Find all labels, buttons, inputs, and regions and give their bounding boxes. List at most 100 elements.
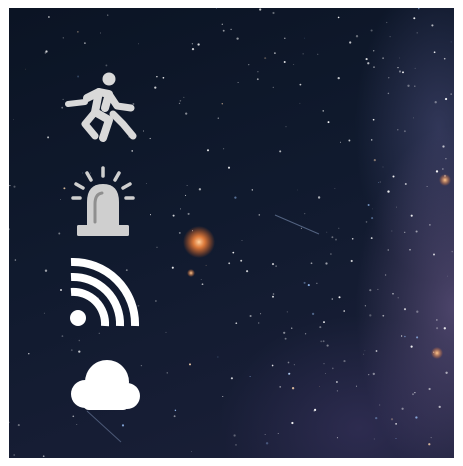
star xyxy=(436,327,439,330)
star xyxy=(235,444,237,446)
star xyxy=(291,421,294,425)
star xyxy=(121,424,125,427)
star xyxy=(397,297,399,299)
star xyxy=(311,312,315,316)
orange-star-small xyxy=(431,347,443,359)
starfield-background xyxy=(9,8,454,458)
star xyxy=(221,23,223,25)
star xyxy=(392,175,395,178)
star xyxy=(230,377,233,380)
star xyxy=(316,282,318,284)
star xyxy=(287,361,290,364)
star xyxy=(351,238,354,240)
alarm-siren-glyph xyxy=(71,166,135,236)
star xyxy=(217,356,219,358)
star xyxy=(215,8,217,9)
star xyxy=(387,92,390,95)
star xyxy=(149,214,152,216)
star xyxy=(272,293,275,295)
wireless-signal-icon[interactable] xyxy=(65,254,141,330)
star xyxy=(288,372,291,375)
star xyxy=(43,312,45,314)
star xyxy=(371,217,374,220)
star xyxy=(402,71,404,74)
wireless-signal-glyph xyxy=(70,257,140,327)
star xyxy=(404,231,406,233)
star xyxy=(235,322,238,325)
star xyxy=(180,208,182,210)
star xyxy=(377,288,379,290)
star xyxy=(291,327,293,329)
star xyxy=(191,47,195,51)
star xyxy=(275,265,277,267)
star xyxy=(251,189,253,191)
star xyxy=(173,415,176,418)
star xyxy=(371,208,373,210)
star xyxy=(367,204,370,206)
star xyxy=(264,434,266,435)
running-person-icon[interactable] xyxy=(65,68,141,144)
meteor-trail xyxy=(274,214,320,235)
star xyxy=(407,84,410,87)
star xyxy=(227,166,231,169)
star xyxy=(145,183,147,184)
star xyxy=(445,97,448,101)
star xyxy=(200,279,202,281)
star xyxy=(171,266,174,269)
star xyxy=(260,313,262,315)
star xyxy=(319,326,322,329)
star xyxy=(409,248,411,251)
star xyxy=(395,423,397,425)
star xyxy=(370,29,373,32)
star xyxy=(143,130,144,132)
star xyxy=(185,112,188,115)
cloud-icon[interactable] xyxy=(65,346,141,422)
star xyxy=(256,78,259,81)
star xyxy=(233,434,236,437)
star xyxy=(415,230,418,233)
star xyxy=(403,130,406,133)
star xyxy=(336,437,338,439)
star xyxy=(44,269,48,272)
star xyxy=(416,310,419,313)
star xyxy=(272,295,274,298)
star xyxy=(42,455,45,458)
star xyxy=(330,253,332,255)
star xyxy=(277,433,279,435)
star xyxy=(388,77,390,79)
bright-orange-star xyxy=(183,226,215,258)
alarm-siren-icon[interactable] xyxy=(65,162,141,238)
star xyxy=(62,98,64,100)
star xyxy=(78,339,81,342)
star xyxy=(249,314,252,318)
star xyxy=(379,181,381,183)
star xyxy=(284,37,286,40)
star xyxy=(382,166,384,168)
star xyxy=(442,145,445,148)
star xyxy=(372,372,375,376)
star xyxy=(384,274,387,276)
star xyxy=(258,322,260,324)
star xyxy=(438,405,441,409)
star xyxy=(191,43,194,45)
star xyxy=(370,139,373,141)
star xyxy=(442,168,444,170)
star xyxy=(370,237,373,240)
star xyxy=(451,250,453,253)
star xyxy=(307,284,310,287)
star xyxy=(274,52,276,54)
star xyxy=(323,321,325,324)
star xyxy=(331,367,334,370)
star xyxy=(343,360,346,363)
star xyxy=(303,281,306,284)
star xyxy=(390,418,394,421)
star xyxy=(369,314,372,317)
star xyxy=(386,21,388,24)
star xyxy=(326,344,329,347)
star xyxy=(230,28,232,31)
star xyxy=(131,150,133,152)
star xyxy=(47,136,50,139)
star xyxy=(297,189,298,191)
star xyxy=(149,137,151,140)
star xyxy=(364,305,367,307)
